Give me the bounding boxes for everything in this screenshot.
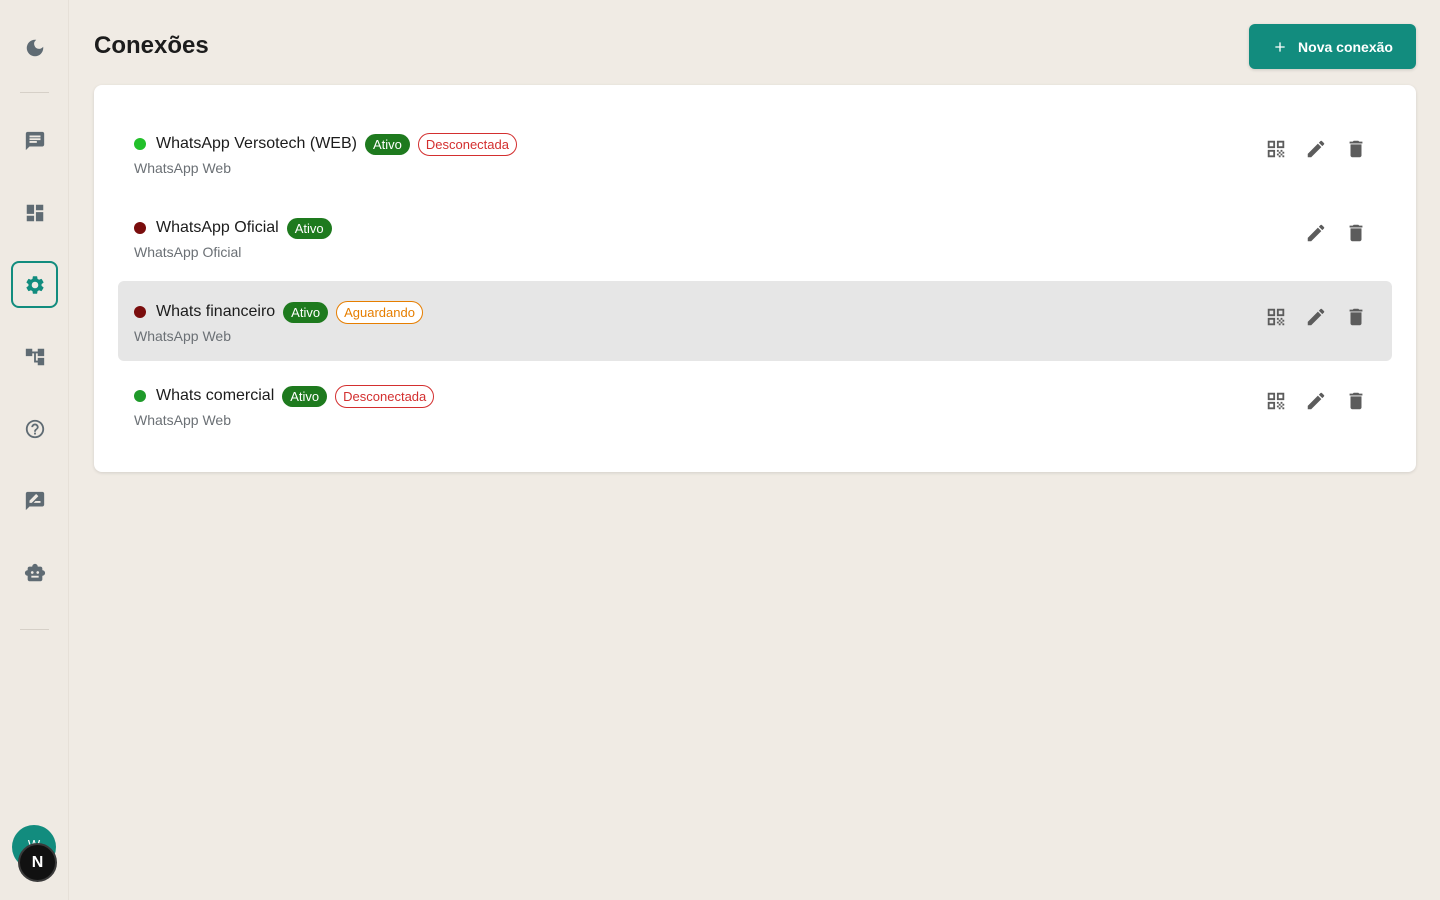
theme-toggle-button[interactable] (11, 24, 58, 71)
sidebar: W N (0, 0, 69, 900)
connection-header: Whats comercial Ativo Desconectada (134, 383, 435, 409)
status-badge: Desconectada (417, 132, 517, 156)
status-badge: Desconectada (335, 384, 435, 408)
connection-header: WhatsApp Versotech (WEB) Ativo Desconect… (134, 131, 517, 157)
connection-type: WhatsApp Oficial (134, 244, 242, 260)
status-badge: Aguardando (336, 300, 423, 324)
page-title: Conexões (94, 32, 209, 59)
connection-name: Whats comercial (156, 387, 275, 404)
active-badge: Ativo (364, 133, 410, 155)
robot-icon (24, 563, 45, 581)
connection-row[interactable]: WhatsApp Versotech (WEB) Ativo Desconect… (118, 113, 1392, 193)
sidebar-item-help[interactable] (11, 405, 58, 452)
connection-status-dot (134, 138, 146, 150)
connection-name: WhatsApp Versotech (WEB) (156, 135, 357, 152)
sidebar-item-reviews[interactable] (11, 477, 58, 524)
trash-icon (1349, 308, 1363, 326)
row-actions (1264, 389, 1368, 413)
connection-name: Whats financeiro (156, 303, 276, 320)
sidebar-item-bots[interactable] (11, 549, 58, 596)
moon-icon (26, 39, 43, 56)
pencil-icon (1307, 392, 1325, 410)
qr-code-icon (1267, 308, 1285, 326)
connection-type: WhatsApp Web (134, 412, 232, 428)
help-icon (25, 419, 44, 438)
user-initial: N (31, 853, 44, 871)
new-connection-label: Nova conexão (1298, 38, 1393, 55)
plus-icon (1275, 41, 1285, 52)
row-actions (1264, 305, 1368, 329)
edit-button[interactable] (1304, 137, 1328, 161)
active-badge: Ativo (286, 217, 332, 239)
connection-header: Whats financeiro Ativo Aguardando (134, 299, 423, 325)
connection-status-dot (134, 306, 146, 318)
connections-card: WhatsApp Versotech (WEB) Ativo Desconect… (94, 85, 1416, 472)
chat-icon (25, 131, 44, 150)
pencil-icon (1307, 308, 1325, 326)
trash-icon (1349, 140, 1363, 158)
dashboard-icon (26, 204, 43, 221)
edit-button[interactable] (1304, 221, 1328, 245)
qr-code-icon (1267, 140, 1285, 158)
pencil-icon (1307, 140, 1325, 158)
delete-button[interactable] (1344, 389, 1368, 413)
connection-type: WhatsApp Web (134, 160, 232, 176)
qr-code-icon (1267, 392, 1285, 410)
edit-button[interactable] (1304, 305, 1328, 329)
gear-icon (25, 275, 44, 294)
qr-code-button[interactable] (1264, 305, 1288, 329)
connection-type: WhatsApp Web (134, 328, 232, 344)
connection-status-dot (134, 222, 146, 234)
qr-code-button[interactable] (1264, 389, 1288, 413)
row-actions (1264, 137, 1368, 161)
active-badge: Ativo (283, 301, 329, 323)
rate-review-icon (25, 491, 44, 510)
active-badge: Ativo (282, 385, 328, 407)
delete-button[interactable] (1344, 305, 1368, 329)
user-badge[interactable]: N (18, 843, 57, 882)
edit-button[interactable] (1304, 389, 1328, 413)
connection-header: WhatsApp Oficial Ativo (134, 215, 340, 241)
sidebar-divider (20, 629, 49, 630)
sidebar-item-settings[interactable] (11, 261, 58, 308)
trash-icon (1349, 224, 1363, 242)
connection-row[interactable]: Whats comercial Ativo Desconectada Whats… (118, 365, 1392, 445)
pencil-icon (1307, 224, 1325, 242)
row-actions (1304, 221, 1368, 245)
connection-status-dot (134, 390, 146, 402)
new-connection-button[interactable]: Nova conexão (1249, 24, 1416, 69)
connection-row[interactable]: Whats financeiro Ativo Aguardando WhatsA… (118, 281, 1392, 361)
delete-button[interactable] (1344, 221, 1368, 245)
trash-icon (1349, 392, 1363, 410)
sidebar-item-flows[interactable] (11, 333, 58, 380)
sidebar-item-chats[interactable] (11, 117, 58, 164)
qr-code-button[interactable] (1264, 137, 1288, 161)
connection-name: WhatsApp Oficial (156, 219, 279, 236)
sidebar-divider (20, 92, 49, 93)
sidebar-item-dashboard[interactable] (11, 189, 58, 236)
delete-button[interactable] (1344, 137, 1368, 161)
connection-row[interactable]: WhatsApp Oficial Ativo WhatsApp Oficial (118, 197, 1392, 277)
hierarchy-icon (25, 348, 44, 365)
